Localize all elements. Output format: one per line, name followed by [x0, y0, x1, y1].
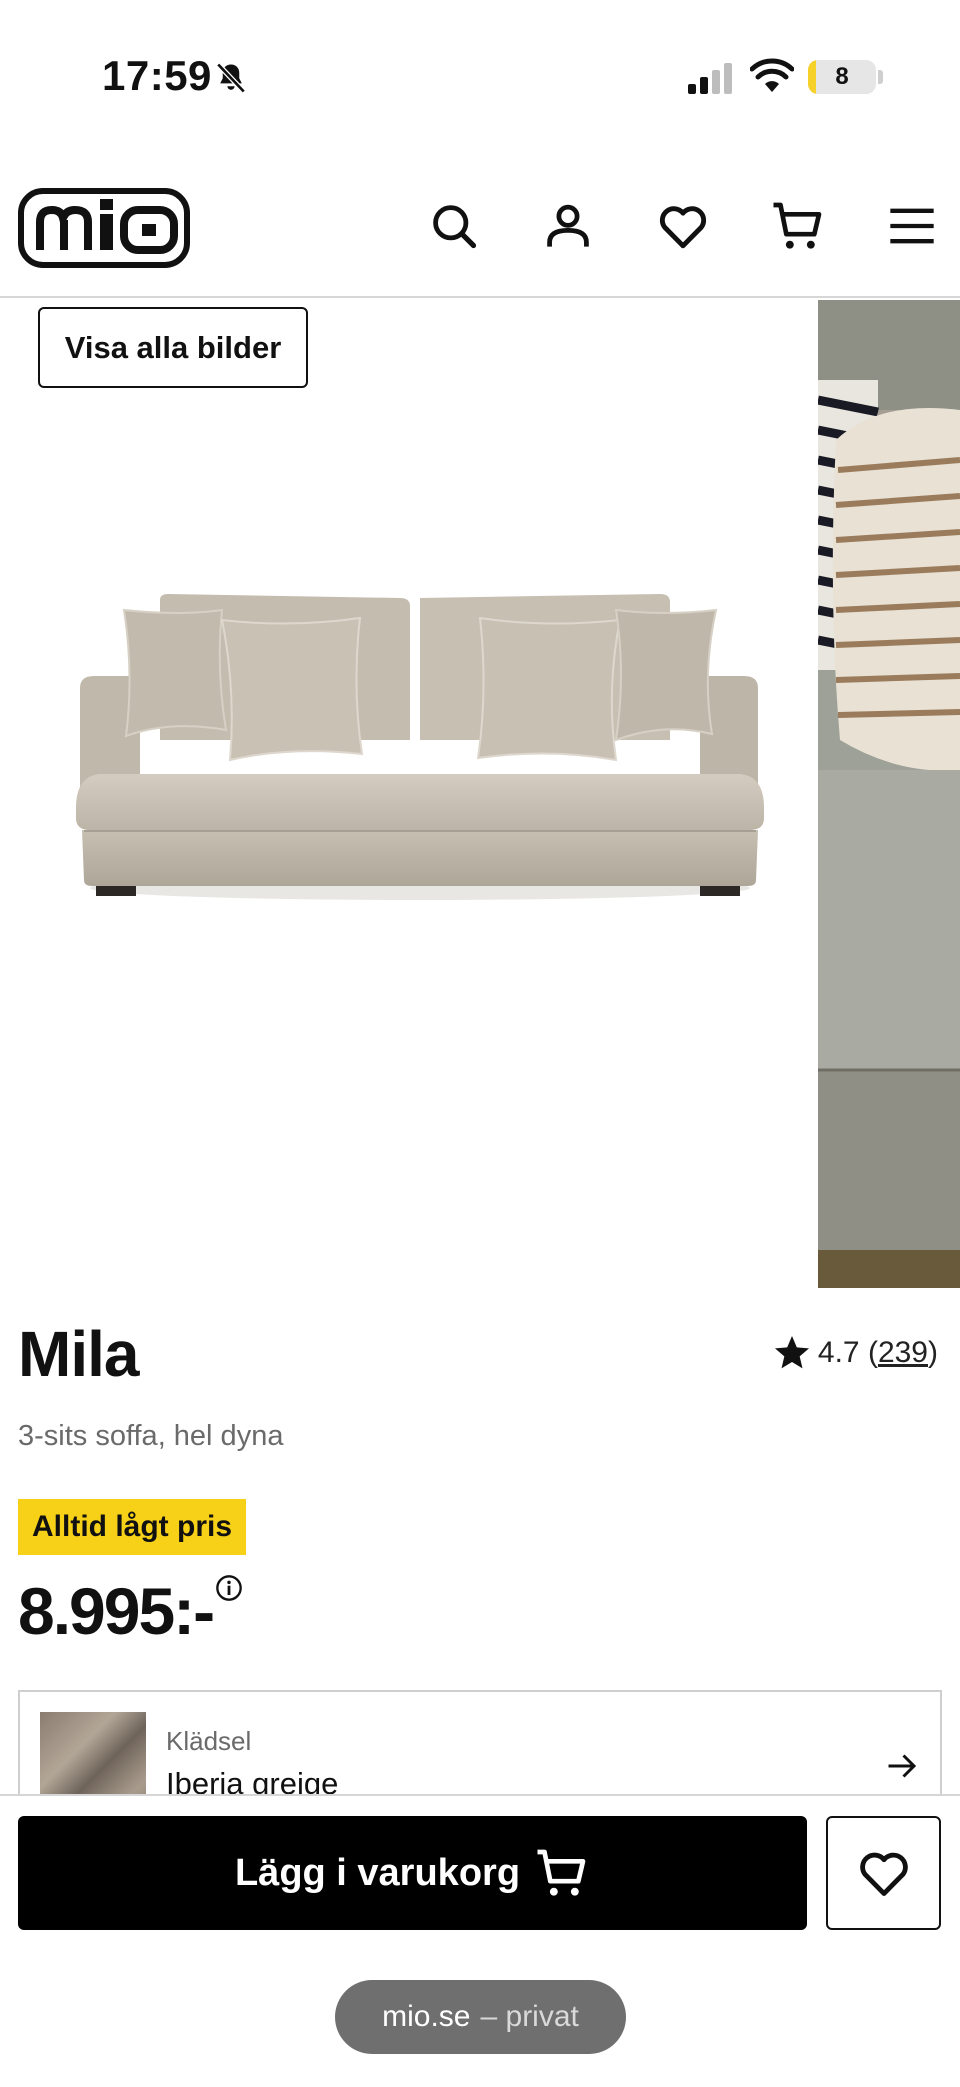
rating-close-paren: ) [928, 1336, 938, 1369]
wishlist-header-button[interactable] [655, 198, 711, 254]
upholstery-selector[interactable]: Klädsel Iberia greige [18, 1690, 942, 1810]
menu-button[interactable] [884, 198, 940, 254]
cart-button[interactable] [770, 198, 826, 254]
menu-icon [890, 208, 934, 244]
cart-icon [773, 202, 822, 249]
show-all-images-button[interactable]: Visa alla bilder [38, 307, 308, 388]
product-image-detail[interactable] [818, 300, 960, 1288]
sticky-purchase-bar: Lägg i varukorg mio.se – privat [0, 1794, 960, 2087]
cart-icon [537, 1849, 586, 1896]
browser-domain: mio.se [382, 2000, 471, 2033]
site-header [0, 150, 960, 298]
upholstery-label: Klädsel [166, 1726, 252, 1756]
battery-indicator: 8 [808, 60, 876, 94]
search-icon [433, 205, 477, 249]
rating-value: 4.7 [817, 1336, 860, 1369]
product-title: Mila [18, 1318, 139, 1390]
status-bar: 17:59 8 [0, 0, 960, 150]
browser-address-pill[interactable]: mio.se – privat [335, 1980, 626, 2054]
status-time: 17:59 [102, 52, 212, 99]
add-to-cart-label: Lägg i varukorg [234, 1851, 521, 1894]
mio-logo[interactable] [18, 188, 190, 268]
bell-slash-icon [216, 62, 246, 94]
rating-open-paren: ( [859, 1336, 878, 1369]
search-button[interactable] [426, 198, 482, 254]
battery-nub [878, 70, 883, 84]
price-badge: Alltid lågt pris [18, 1499, 247, 1555]
heart-icon [659, 206, 707, 249]
browser-private-mode: – privat [480, 2000, 579, 2033]
signal-icon [688, 63, 732, 94]
arrow-right-icon [888, 1754, 917, 1778]
rating-count-link[interactable]: 239 [878, 1336, 928, 1370]
product-price: 8.995:- [18, 1574, 215, 1648]
heart-icon [859, 1852, 908, 1896]
star-icon [774, 1336, 809, 1369]
info-icon[interactable] [215, 1574, 243, 1602]
wifi-icon [750, 58, 794, 92]
add-to-cart-button[interactable]: Lägg i varukorg [18, 1816, 807, 1930]
add-to-wishlist-button[interactable] [826, 1816, 941, 1930]
account-button[interactable] [540, 198, 596, 254]
product-gallery[interactable]: Visa alla bilder [0, 300, 960, 1288]
product-subtitle: 3-sits soffa, hel dyna [18, 1420, 284, 1452]
product-image-sofa[interactable] [60, 590, 780, 910]
product-rating[interactable]: 4.7 (239) [772, 1333, 938, 1373]
battery-level: 8 [835, 63, 849, 90]
account-icon [547, 204, 589, 247]
